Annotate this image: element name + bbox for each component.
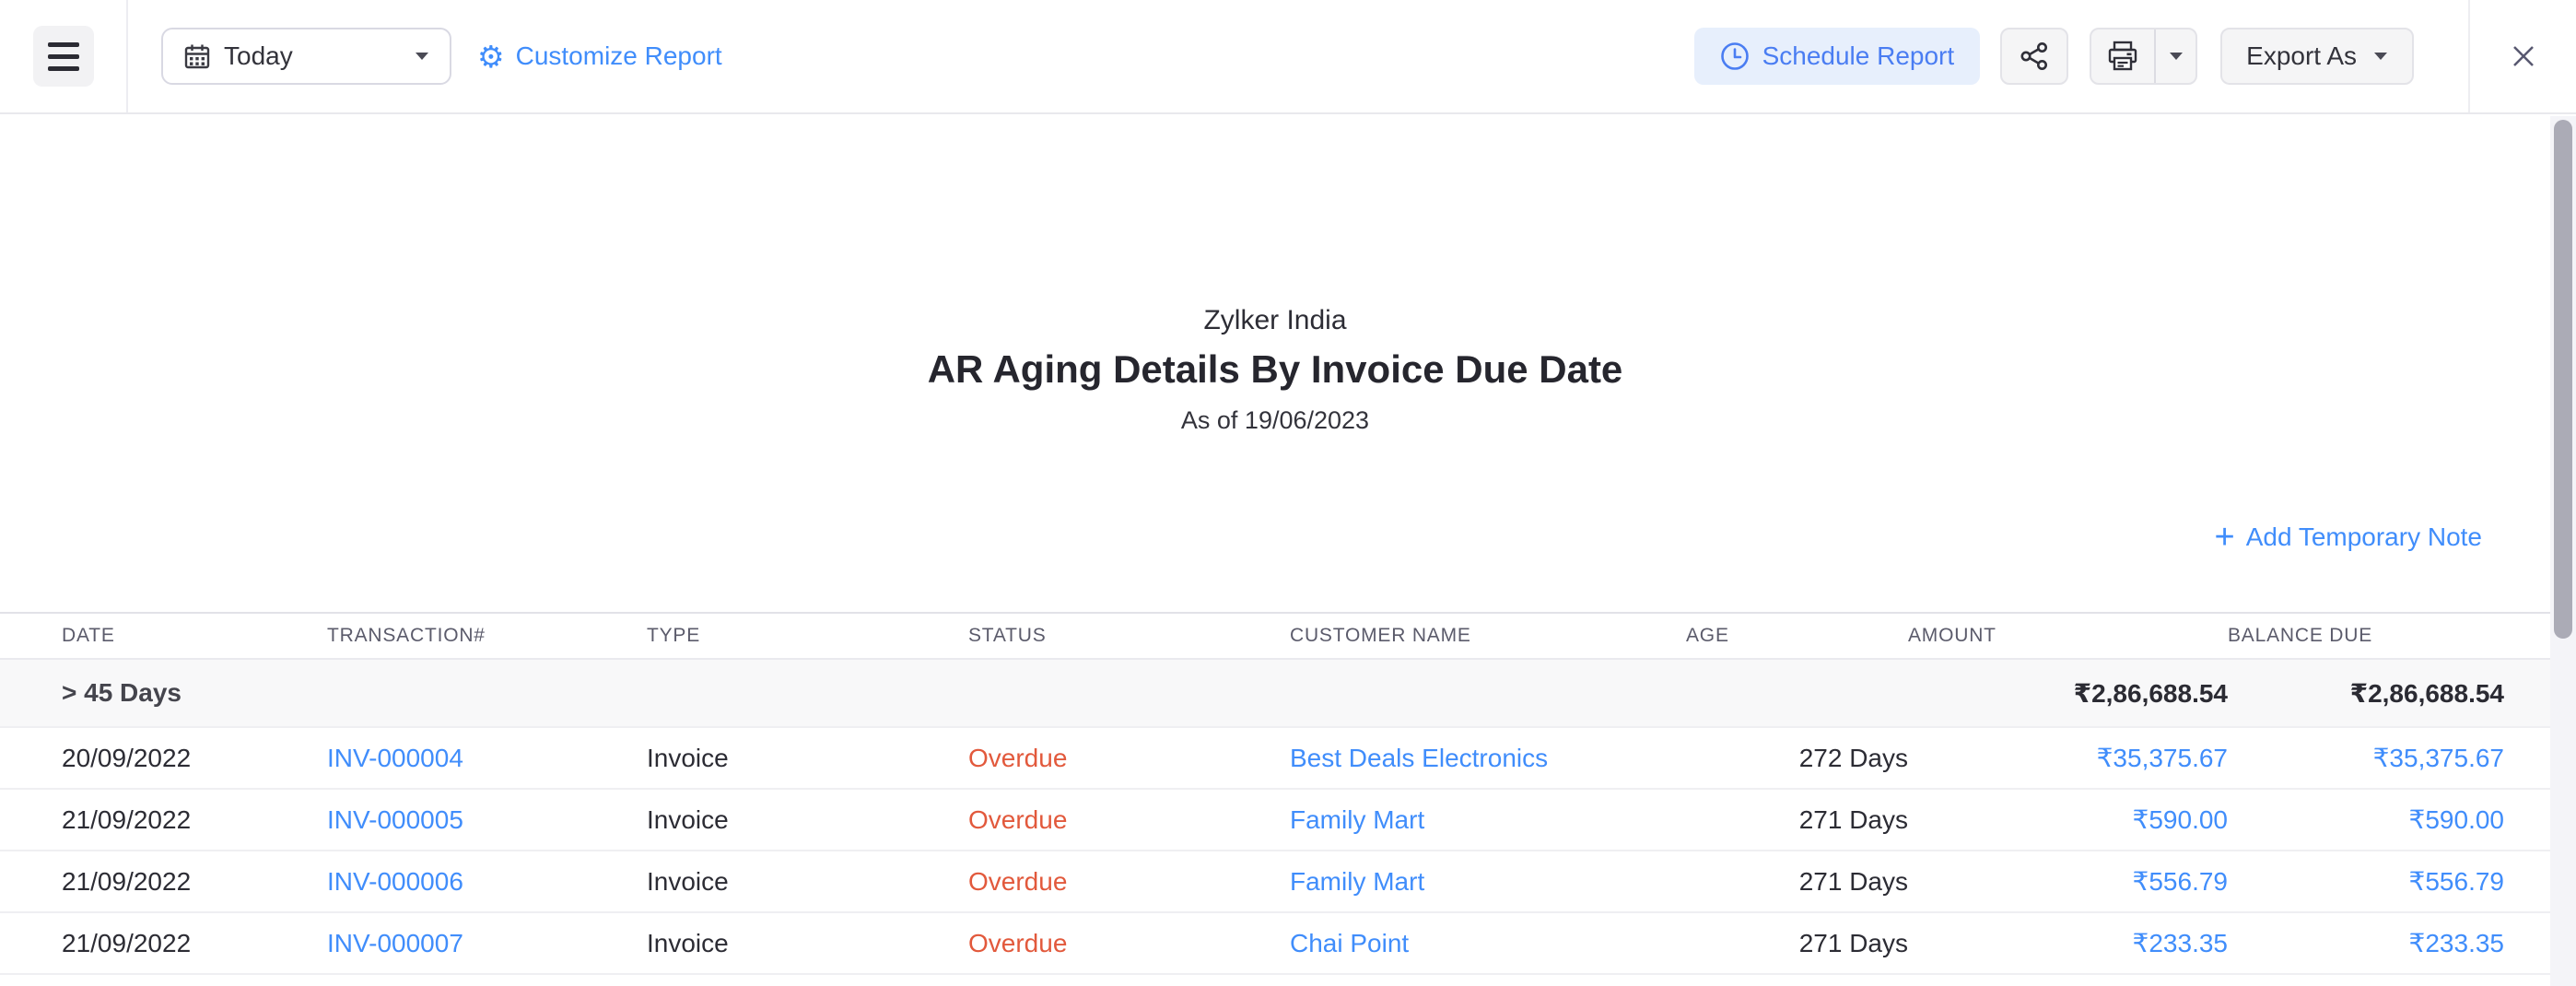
cell-type: Invoice: [647, 789, 968, 851]
customize-report-link[interactable]: ⚙ Customize Report: [477, 41, 722, 72]
column-header-balance-due: BALANCE DUE: [2228, 613, 2550, 659]
cell-date: 20/09/2022: [0, 727, 327, 789]
toolbar-close-section: [2468, 0, 2576, 112]
hamburger-menu-button[interactable]: [33, 26, 94, 87]
amount-link[interactable]: ₹556.79: [2133, 867, 2228, 896]
table-row: 21/09/2022 INV-000007 Invoice Overdue Ch…: [0, 912, 2550, 974]
export-as-label: Export As: [2246, 41, 2357, 71]
cell-date: 21/09/2022: [0, 789, 327, 851]
add-temporary-note-link[interactable]: + Add Temporary Note: [2215, 520, 2482, 555]
cell-date: 21/09/2022: [0, 912, 327, 974]
schedule-report-label: Schedule Report: [1762, 41, 1955, 71]
close-report-button[interactable]: [2503, 36, 2544, 76]
schedule-report-button[interactable]: Schedule Report: [1694, 28, 1981, 85]
table-row: 21/09/2022 INV-000006 Invoice Overdue Fa…: [0, 851, 2550, 912]
export-as-button[interactable]: Export As: [2220, 28, 2414, 85]
print-split-button: [2090, 28, 2197, 85]
share-button[interactable]: [2000, 28, 2068, 85]
cell-age: 272 Days: [1686, 727, 1908, 789]
balance-due-link[interactable]: ₹35,375.67: [2373, 744, 2504, 772]
aging-group-balance-due: ₹2,86,688.54: [2228, 659, 2550, 727]
cell-type: Invoice: [647, 727, 968, 789]
amount-link[interactable]: ₹35,375.67: [2097, 744, 2228, 772]
column-header-age: AGE: [1686, 613, 1908, 659]
aging-group-row: > 45 Days ₹2,86,688.54 ₹2,86,688.54: [0, 659, 2550, 727]
column-header-amount: AMOUNT: [1908, 613, 2228, 659]
company-name: Zylker India: [0, 302, 2550, 339]
table-row: 21/09/2022 INV-000008 Invoice Overdue Ch…: [0, 974, 2550, 986]
chevron-down-icon: [2373, 52, 2388, 61]
amount-link[interactable]: ₹590.00: [2133, 805, 2228, 834]
transaction-link[interactable]: INV-000004: [327, 744, 463, 772]
report-as-of-date: As of 19/06/2023: [0, 404, 2550, 437]
customer-link[interactable]: Best Deals Electronics: [1290, 744, 1548, 772]
balance-due-link[interactable]: ₹233.35: [2409, 929, 2504, 957]
print-options-dropdown[interactable]: [2154, 29, 2195, 83]
period-dropdown-value: Today: [224, 41, 415, 71]
gear-icon: ⚙: [477, 41, 505, 72]
hamburger-menu-icon: [48, 42, 79, 47]
column-header-customer-name: CUSTOMER NAME: [1290, 613, 1686, 659]
report-header: Zylker India AR Aging Details By Invoice…: [0, 302, 2550, 437]
table-row: 20/09/2022 INV-000004 Invoice Overdue Be…: [0, 727, 2550, 789]
toolbar: Today ⚙ Customize Report Schedule Report: [0, 0, 2576, 114]
cell-type: Invoice: [647, 912, 968, 974]
print-button[interactable]: [2091, 29, 2154, 83]
clock-icon: [1720, 41, 1750, 71]
status-badge: Overdue: [968, 805, 1067, 834]
cell-age: 271 Days: [1686, 789, 1908, 851]
cell-date: 21/09/2022: [0, 851, 327, 912]
customer-link[interactable]: Family Mart: [1290, 805, 1424, 834]
scrollbar-thumb[interactable]: [2554, 120, 2572, 639]
report-title: AR Aging Details By Invoice Due Date: [0, 343, 2550, 396]
customize-report-label: Customize Report: [516, 41, 722, 71]
column-header-date: DATE: [0, 613, 327, 659]
calendar-icon: [183, 42, 211, 70]
add-temporary-note-label: Add Temporary Note: [2246, 522, 2482, 552]
transaction-link[interactable]: INV-000007: [327, 929, 463, 957]
cell-age: 271 Days: [1686, 974, 1908, 986]
toolbar-menu-section: [0, 0, 128, 112]
status-badge: Overdue: [968, 929, 1067, 957]
cell-type: Invoice: [647, 851, 968, 912]
customer-link[interactable]: Family Mart: [1290, 867, 1424, 896]
cell-age: 271 Days: [1686, 851, 1908, 912]
vertical-scrollbar[interactable]: [2550, 116, 2576, 986]
printer-icon: [2106, 40, 2139, 73]
close-icon: [2510, 42, 2537, 70]
column-header-type: TYPE: [647, 613, 968, 659]
aging-group-label: > 45 Days: [0, 659, 1908, 727]
aging-details-table: DATE TRANSACTION# TYPE STATUS CUSTOMER N…: [0, 612, 2550, 986]
transaction-link[interactable]: INV-000006: [327, 867, 463, 896]
aging-group-amount: ₹2,86,688.54: [1908, 659, 2228, 727]
column-header-status: STATUS: [968, 613, 1290, 659]
cell-age: 271 Days: [1686, 912, 1908, 974]
customer-link[interactable]: Chai Point: [1290, 929, 1409, 957]
column-header-transaction: TRANSACTION#: [327, 613, 647, 659]
transaction-link[interactable]: INV-000005: [327, 805, 463, 834]
cell-type: Invoice: [647, 974, 968, 986]
report-period-dropdown[interactable]: Today: [161, 28, 451, 85]
chevron-down-icon: [415, 52, 429, 61]
status-badge: Overdue: [968, 744, 1067, 772]
balance-due-link[interactable]: ₹590.00: [2409, 805, 2504, 834]
table-row: 21/09/2022 INV-000005 Invoice Overdue Fa…: [0, 789, 2550, 851]
table-header-row: DATE TRANSACTION# TYPE STATUS CUSTOMER N…: [0, 613, 2550, 659]
plus-icon: +: [2215, 520, 2235, 555]
share-icon: [2019, 41, 2050, 72]
chevron-down-icon: [2169, 52, 2184, 61]
amount-link[interactable]: ₹233.35: [2133, 929, 2228, 957]
cell-date: 21/09/2022: [0, 974, 327, 986]
balance-due-link[interactable]: ₹556.79: [2409, 867, 2504, 896]
status-badge: Overdue: [968, 867, 1067, 896]
